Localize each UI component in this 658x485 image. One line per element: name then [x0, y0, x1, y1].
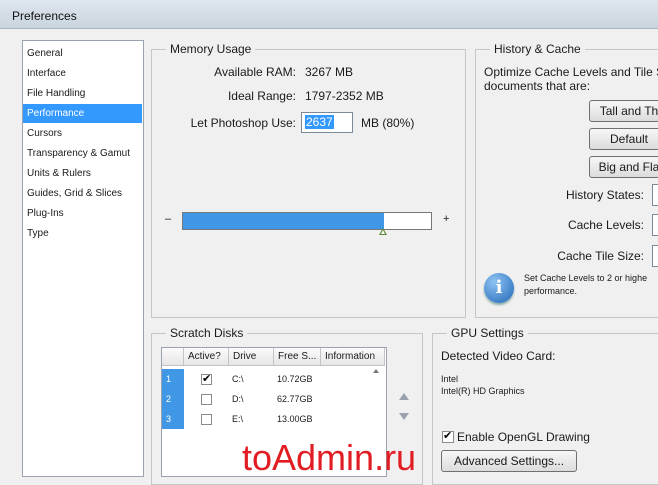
move-down-icon[interactable] [399, 413, 409, 420]
slider-minus-label: – [165, 213, 172, 225]
detected-video-card-label: Detected Video Card: [441, 349, 556, 363]
drive-cell: D:\ [232, 394, 244, 404]
let-photoshop-use-suffix: MB (80%) [361, 116, 415, 130]
memory-slider-fill [183, 213, 384, 229]
memory-usage-legend: Memory Usage [166, 42, 256, 56]
video-card-vendor: Intel [441, 374, 459, 384]
scratch-disks-legend: Scratch Disks [166, 326, 248, 340]
advanced-settings-button[interactable]: Advanced Settings... [441, 450, 577, 472]
nav-item-performance[interactable]: Performance [23, 104, 142, 123]
title-bar: Preferences [0, 0, 658, 29]
drive-cell: E:\ [232, 414, 244, 424]
free-space-cell: 10.72GB [277, 374, 313, 384]
history-cache-legend: History & Cache [490, 42, 585, 56]
nav-item-plug-ins[interactable]: Plug-Ins [23, 204, 142, 223]
table-header-free-space[interactable]: Free S... [274, 348, 321, 366]
default-button[interactable]: Default [589, 128, 658, 150]
history-cache-description-line2: documents that are: [484, 79, 591, 93]
available-ram-label: Available RAM: [214, 65, 296, 79]
cache-levels-label: Cache Levels: [567, 218, 644, 232]
nav-item-cursors[interactable]: Cursors [23, 124, 142, 143]
available-ram-value: 3267 MB [305, 65, 354, 79]
window-title: Preferences [12, 9, 77, 23]
table-header-drive[interactable]: Drive [229, 348, 274, 366]
free-space-cell: 62.77GB [277, 394, 313, 404]
history-states-input[interactable] [652, 184, 658, 206]
nav-item-interface[interactable]: Interface [23, 64, 142, 83]
memory-slider-thumb[interactable] [379, 228, 387, 235]
active-checkbox[interactable] [201, 372, 212, 385]
tall-and-thin-button[interactable]: Tall and Th [589, 100, 658, 122]
history-cache-description-line1: Optimize Cache Levels and Tile S [484, 65, 658, 79]
let-photoshop-use-value: 2637 [305, 115, 334, 129]
ideal-range-value: 1797-2352 MB [305, 89, 384, 103]
slider-plus-label: + [443, 213, 450, 225]
cache-levels-input[interactable] [652, 214, 658, 236]
history-states-label: History States: [565, 188, 644, 202]
gpu-settings-legend: GPU Settings [447, 326, 528, 340]
preferences-nav-list[interactable]: General Interface File Handling Performa… [22, 40, 144, 477]
let-photoshop-use-label: Let Photoshop Use: [190, 116, 296, 130]
active-checkbox[interactable] [201, 414, 212, 425]
nav-item-transparency-gamut[interactable]: Transparency & Gamut [23, 144, 142, 163]
table-header-information[interactable]: Information [321, 348, 385, 366]
nav-item-general[interactable]: General [23, 44, 142, 63]
let-photoshop-use-input[interactable]: 2637 [301, 112, 353, 133]
free-space-cell: 13.00GB [277, 414, 313, 424]
watermark: toAdmin.ru [242, 437, 417, 478]
cache-tile-size-label: Cache Tile Size: [557, 249, 644, 263]
row-number[interactable]: 2 [162, 389, 184, 409]
info-icon: i [484, 273, 514, 303]
table-scroll-up-icon[interactable] [373, 369, 379, 373]
cache-tile-size-select[interactable] [652, 245, 658, 267]
memory-slider-track[interactable] [182, 212, 432, 230]
table-header-index [162, 348, 184, 366]
video-card-model: Intel(R) HD Graphics [441, 386, 525, 396]
nav-item-file-handling[interactable]: File Handling [23, 84, 142, 103]
row-number[interactable]: 1 [162, 369, 184, 389]
active-checkbox[interactable] [201, 394, 212, 405]
row-number[interactable]: 3 [162, 409, 184, 429]
nav-item-guides-grid-slices[interactable]: Guides, Grid & Slices [23, 184, 142, 203]
cache-info-line2: performance. [524, 286, 578, 296]
nav-item-units-rulers[interactable]: Units & Rulers [23, 164, 142, 183]
table-header-active[interactable]: Active? [184, 348, 229, 366]
drive-cell: C:\ [232, 374, 244, 384]
ideal-range-label: Ideal Range: [227, 89, 296, 103]
move-up-icon[interactable] [399, 393, 409, 400]
nav-item-type[interactable]: Type [23, 224, 142, 243]
enable-opengl-checkbox[interactable] [442, 429, 454, 443]
big-and-flat-button[interactable]: Big and Fla [589, 156, 658, 178]
cache-info-line1: Set Cache Levels to 2 or highe [524, 273, 648, 283]
enable-opengl-label: Enable OpenGL Drawing [457, 430, 590, 444]
